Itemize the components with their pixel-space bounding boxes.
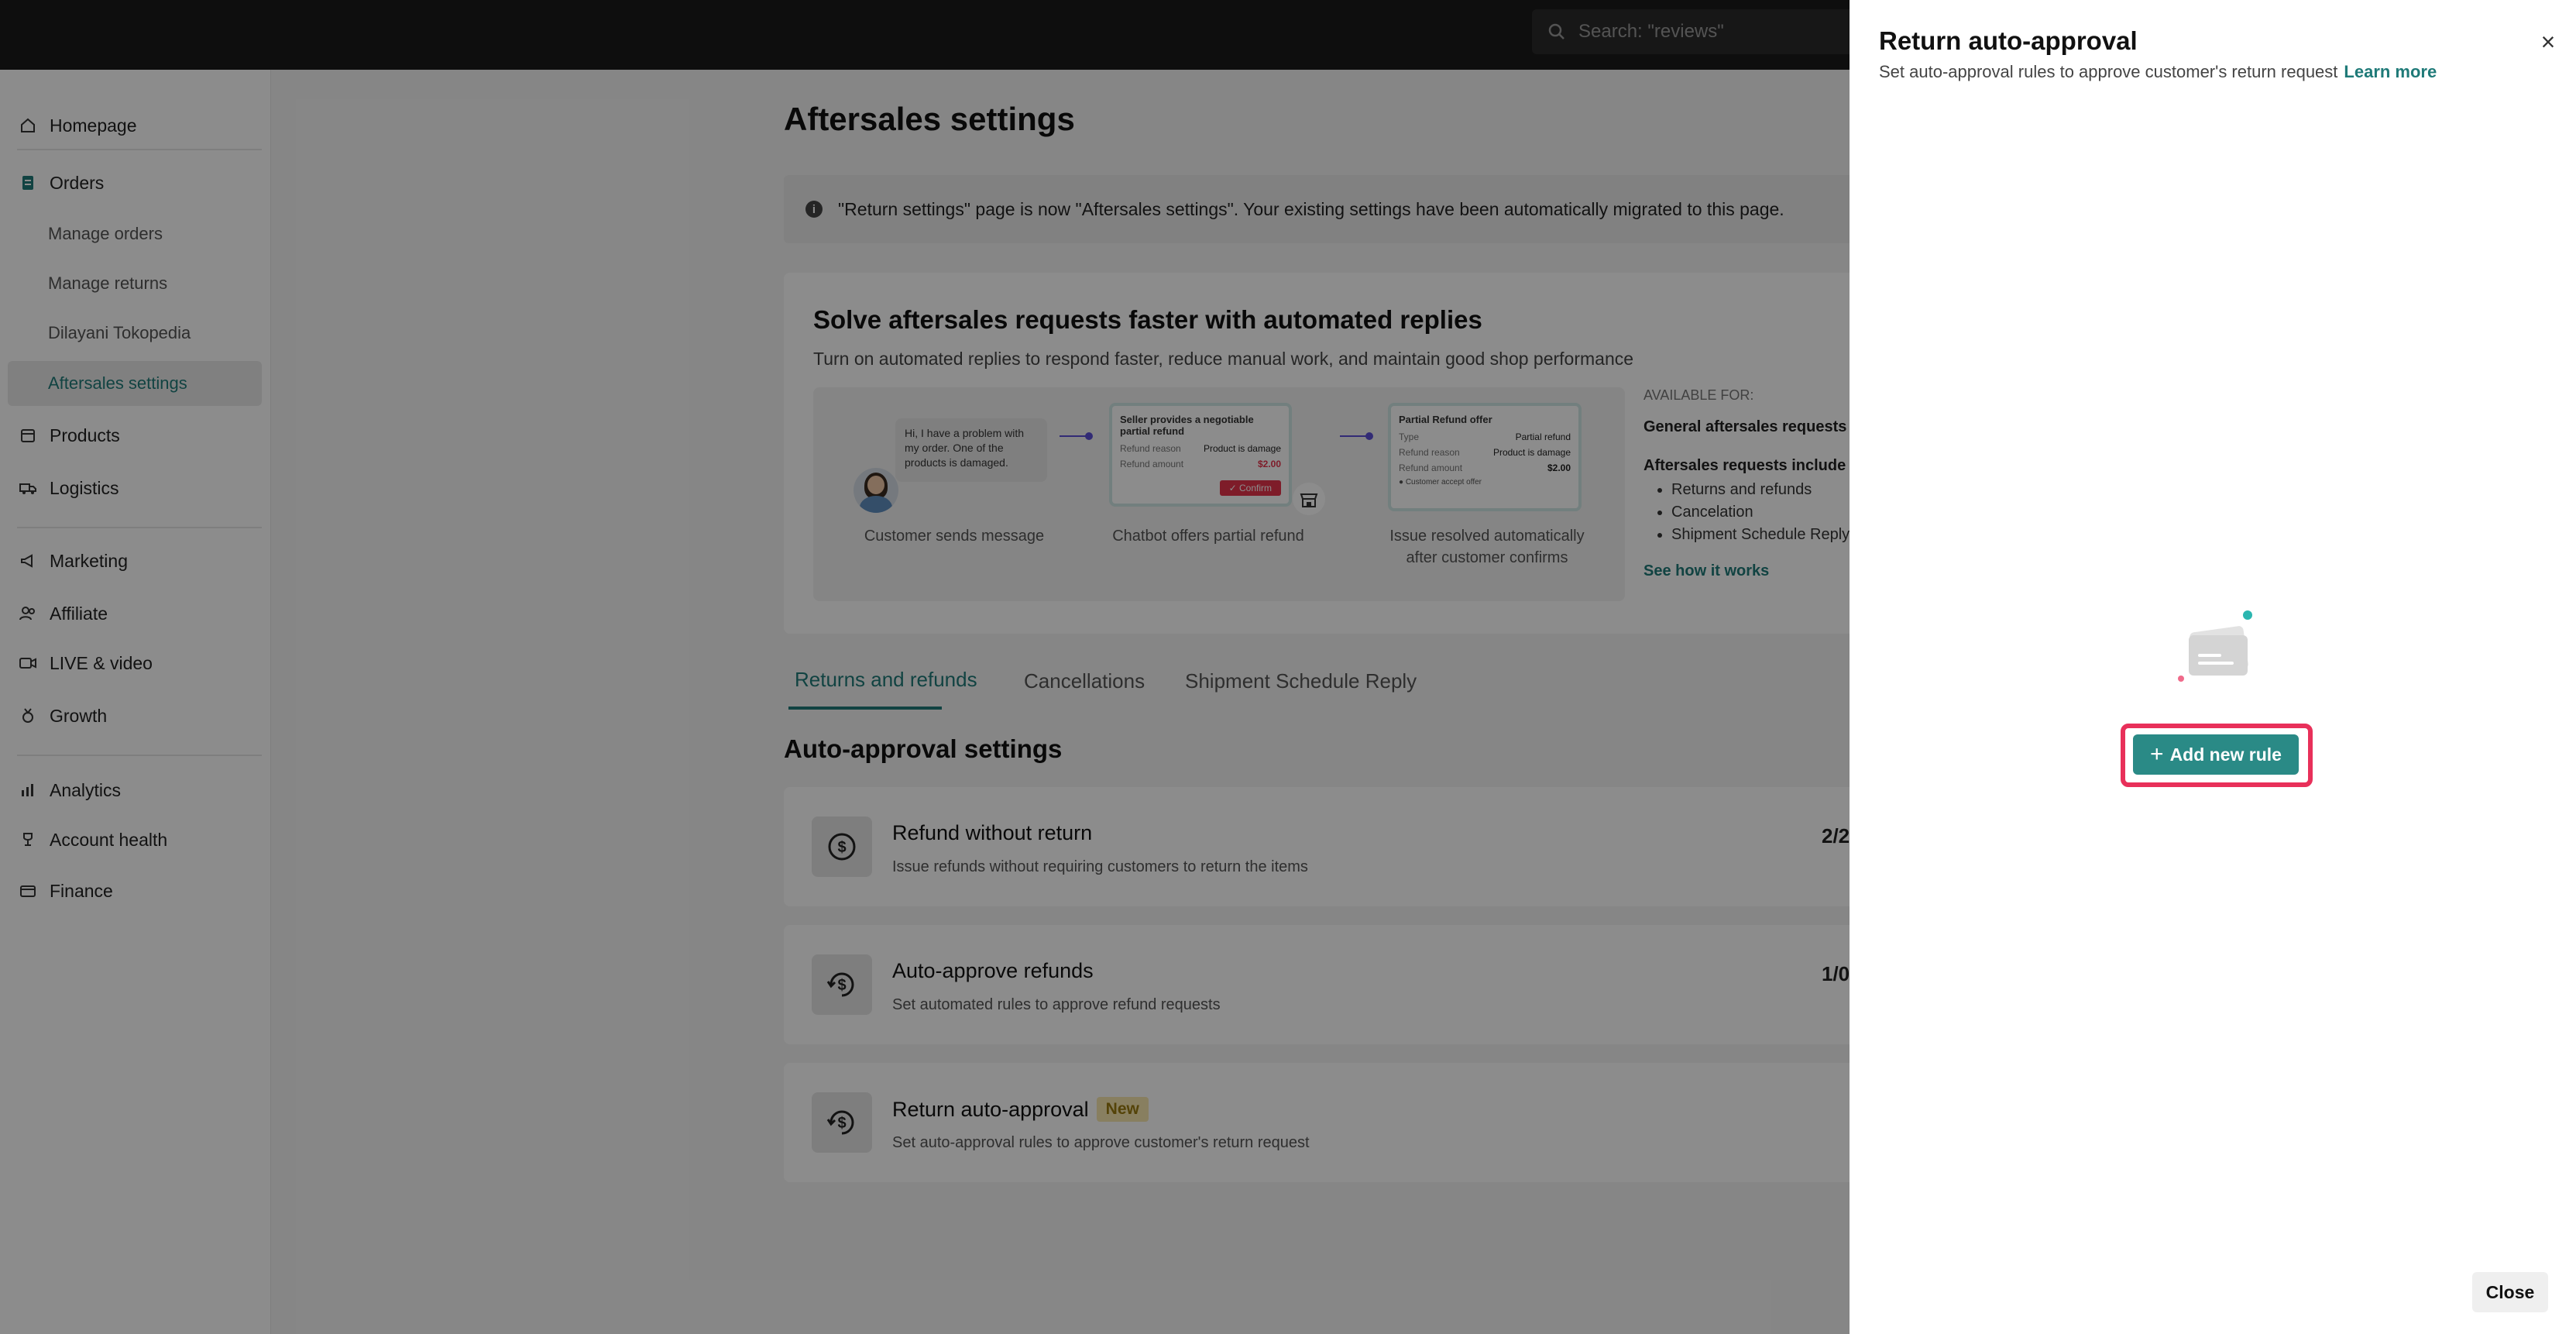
- drawer-title: Return auto-approval: [1879, 26, 2138, 55]
- modal-backdrop[interactable]: [0, 0, 1850, 1334]
- drawer-subtitle-text: Set auto-approval rules to approve custo…: [1879, 62, 2338, 81]
- add-new-rule-button[interactable]: + Add new rule: [2133, 734, 2299, 775]
- learn-more-link[interactable]: Learn more: [2344, 62, 2437, 81]
- drawer-subtitle: Set auto-approval rules to approve custo…: [1879, 62, 2437, 82]
- add-rule-label: Add new rule: [2169, 744, 2282, 765]
- close-button[interactable]: Close: [2472, 1272, 2548, 1312]
- plus-icon: +: [2150, 741, 2164, 767]
- empty-folder-icon: [2178, 610, 2252, 682]
- return-auto-approval-drawer: Return auto-approval Set auto-approval r…: [1850, 0, 2576, 1334]
- close-icon[interactable]: ×: [2534, 28, 2562, 56]
